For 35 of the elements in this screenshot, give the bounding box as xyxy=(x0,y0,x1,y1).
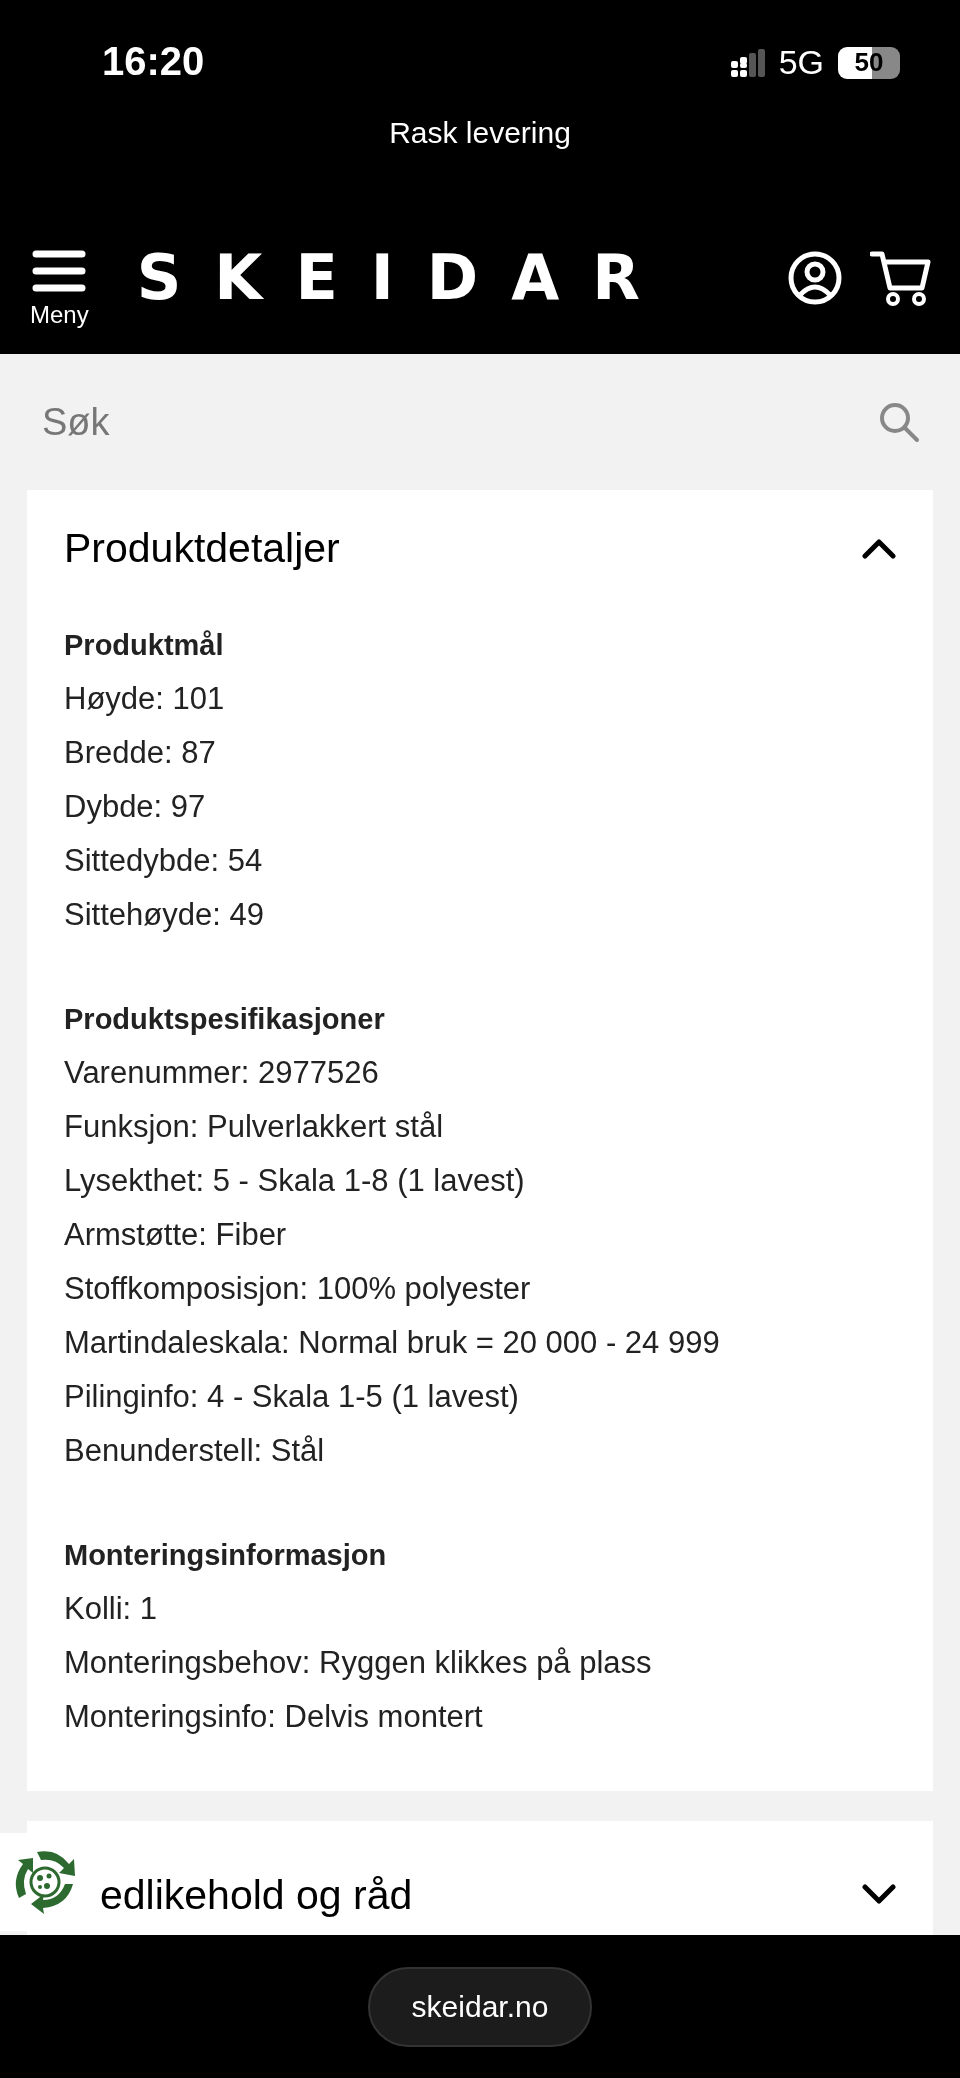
spec-line: Sittehøyde: 49 xyxy=(64,896,265,934)
section-heading: Produktspesifikasjoner xyxy=(64,1002,386,1037)
status-time: 16:20 xyxy=(102,39,205,84)
delivery-text: Rask levering xyxy=(389,116,571,150)
spec-line: Varenummer: 2977526 xyxy=(64,1054,380,1092)
spec-line: Dybde: 97 xyxy=(64,788,207,826)
spec-line: Pilinginfo: 4 - Skala 1-5 (1 lavest) xyxy=(64,1378,520,1416)
spec-line: Stoffkomposisjon: 100% polyester xyxy=(64,1270,532,1308)
signal-icon xyxy=(730,48,765,77)
spec-line: Martindaleskala: Normal bruk = 20 000 - 24 999 xyxy=(64,1324,721,1362)
url-bar[interactable]: skeidar.no xyxy=(367,1966,593,2047)
chevron-down-icon[interactable] xyxy=(862,1884,896,1906)
spec-line: Monteringsinfo: Delvis montert xyxy=(64,1698,484,1736)
spec-line: Sittedybde: 54 xyxy=(64,842,264,880)
panel-title[interactable]: Produktdetaljer xyxy=(64,524,340,572)
spec-line: Benunderstell: Stål xyxy=(64,1432,326,1470)
spec-line: Funksjon: Pulverlakkert stål xyxy=(64,1108,445,1146)
section-heading: Produktmål xyxy=(64,628,225,663)
spec-line: Høyde: 101 xyxy=(64,680,226,718)
spec-line: Monteringsbehov: Ryggen klikkes på plass xyxy=(64,1644,653,1682)
spec-line: Bredde: 87 xyxy=(64,734,217,772)
cart-icon[interactable] xyxy=(870,249,932,306)
menu-button[interactable]: Meny xyxy=(30,248,89,329)
account-icon[interactable] xyxy=(788,250,842,305)
search-field[interactable]: Søk xyxy=(40,399,878,445)
spec-line: Kolli: 1 xyxy=(64,1590,159,1628)
logo[interactable]: SKEIDAR xyxy=(136,241,673,314)
network-label: 5G xyxy=(778,43,824,82)
section-heading: Monteringsinformasjon xyxy=(64,1538,388,1573)
chevron-up-icon[interactable] xyxy=(862,537,896,559)
search-icon[interactable] xyxy=(878,401,920,443)
battery-icon: 50 xyxy=(838,46,900,79)
spec-line: Armstøtte: Fiber xyxy=(64,1216,288,1254)
spec-line: Lysekthet: 5 - Skala 1-8 (1 lavest) xyxy=(64,1162,526,1200)
panel-title[interactable]: edlikehold og råd xyxy=(100,1871,413,1919)
